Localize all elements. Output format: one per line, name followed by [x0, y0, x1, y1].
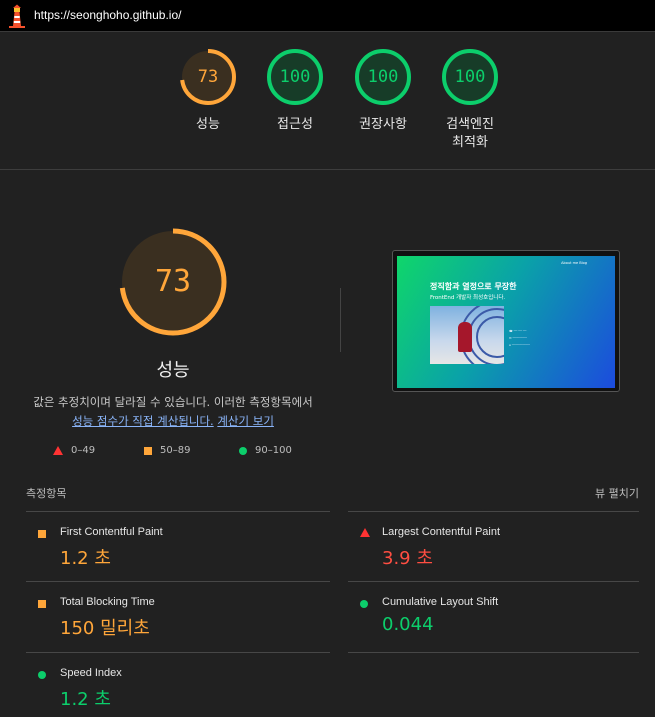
screenshot-nav: About me Blog: [561, 261, 587, 265]
metric-name: Total Blocking Time: [60, 596, 155, 608]
metrics-title: 측정항목: [26, 487, 67, 500]
gauge-best-practices[interactable]: 100 권장사항: [343, 48, 423, 134]
gauge-performance[interactable]: 73 성능: [168, 48, 248, 134]
metric-name: Largest Contentful Paint: [382, 526, 501, 538]
gauge-seo[interactable]: 100 검색엔진 최적화: [430, 48, 510, 152]
section-divider: [0, 169, 655, 170]
gauge-score: 100: [367, 67, 399, 87]
legend-range: 90–100: [255, 445, 292, 456]
metric-value: 1.2 초: [60, 548, 111, 569]
profile-photo: [430, 306, 504, 364]
square-icon: [144, 446, 152, 455]
final-screenshot[interactable]: About me Blog 정직함과 열정으로 무장한 FrontEnd 개발자…: [392, 250, 620, 392]
screenshot-headline: 정직함과 열정으로 무장한: [430, 282, 517, 291]
metric-divider: [348, 652, 639, 653]
legend-average: 50–89: [144, 445, 190, 456]
gauge-label: 접근성: [277, 117, 313, 132]
gauge-score: 100: [279, 67, 311, 87]
metric-name: Cumulative Layout Shift: [382, 596, 499, 608]
legend-range: 50–89: [160, 445, 191, 456]
metric-value: 0.044: [382, 614, 434, 635]
metric-divider: [26, 652, 330, 653]
calculator-link[interactable]: 계산기 보기: [217, 414, 274, 428]
expand-view-toggle[interactable]: 뷰 펼치기: [595, 485, 639, 501]
lighthouse-icon: [9, 4, 25, 28]
metric-value: 150 밀리초: [60, 618, 150, 639]
score-calc-link[interactable]: 성능 점수가 직접 계산됩니다.: [72, 414, 214, 428]
metric-divider: [348, 511, 639, 512]
gauge-label: 검색엔진 최적화: [446, 117, 494, 150]
metric-value: 1.2 초: [60, 689, 111, 710]
performance-score: 73: [154, 264, 192, 299]
legend-pass: 90–100: [239, 445, 292, 456]
screenshot-image: About me Blog 정직함과 열정으로 무장한 FrontEnd 개발자…: [397, 256, 615, 388]
gauge-score: 100: [454, 67, 486, 87]
circle-icon: [360, 600, 368, 608]
gauge-label: 권장사항: [359, 117, 407, 132]
circle-icon: [38, 671, 46, 679]
page-url[interactable]: https://seonghoho.github.io/: [34, 8, 181, 22]
gauge-label: 성능: [196, 117, 220, 132]
metric-divider: [26, 511, 330, 512]
gauge-accessibility[interactable]: 100 접근성: [255, 48, 335, 134]
circle-icon: [239, 446, 247, 455]
contact-info: ☎ ── ── ── ✉ ──────── ⌂ ──────────: [509, 329, 530, 347]
square-icon: [38, 600, 46, 608]
metric-divider: [26, 581, 330, 582]
metric-name: Speed Index: [60, 667, 122, 679]
metric-name: First Contentful Paint: [60, 526, 163, 538]
metric-value: 3.9 초: [382, 548, 433, 569]
screenshot-subline: FrontEnd 개발자 최성호입니다.: [430, 295, 506, 301]
square-icon: [38, 530, 46, 538]
triangle-icon: [53, 446, 63, 455]
triangle-icon: [360, 528, 370, 537]
address-bar: https://seonghoho.github.io/: [0, 0, 655, 32]
legend-range: 0–49: [71, 445, 96, 456]
performance-description: 값은 추정치이며 달라질 수 있습니다. 이러한 측정항목에서 성능 점수가 직…: [0, 393, 346, 431]
vertical-separator: [340, 288, 341, 352]
legend-fail: 0–49: [53, 445, 95, 456]
performance-title: 성능: [156, 360, 190, 381]
gauge-score: 73: [197, 67, 219, 87]
metric-divider: [348, 581, 639, 582]
description-text: 값은 추정치이며 달라질 수 있습니다. 이러한 측정항목에서: [33, 395, 313, 409]
